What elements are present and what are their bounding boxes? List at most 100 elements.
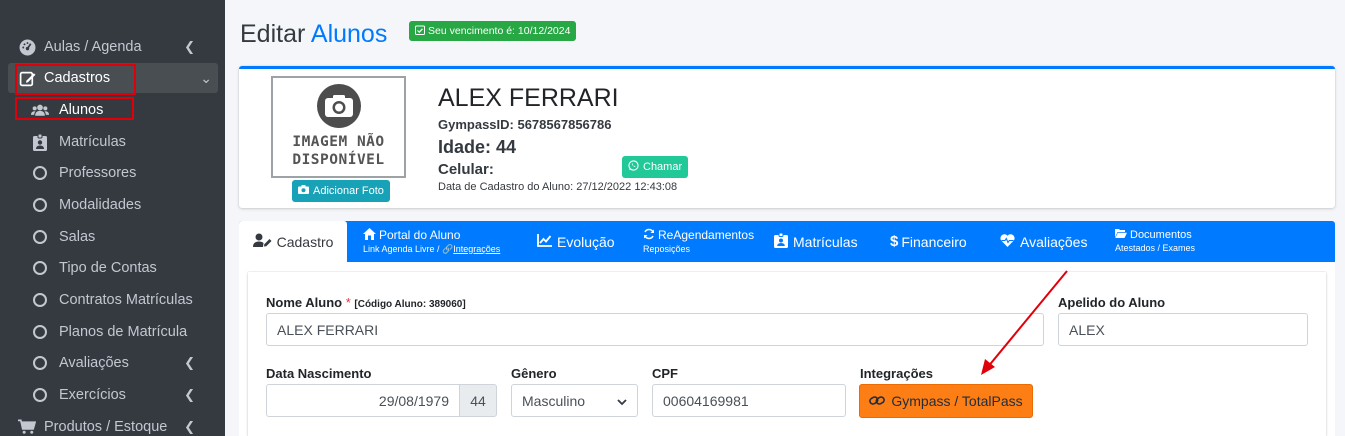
nome-aluno-input[interactable]: ALEX FERRARI xyxy=(266,313,1044,346)
tab-subtitle: Atestados / Exames xyxy=(1115,243,1196,253)
dollar-icon: $ xyxy=(890,233,899,250)
sidebar-item-produtos-estoque[interactable]: Produtos / Estoque ❮ xyxy=(0,412,225,436)
tab-subtitle: Link Agenda Livre / 🔗Integrações xyxy=(363,243,500,256)
chart-line-icon xyxy=(537,233,552,250)
tab-matriculas[interactable]: Matrículas xyxy=(774,221,858,262)
tab-two-line: ReAgendamentos Reposições xyxy=(643,228,754,256)
genero-select[interactable]: Masculino xyxy=(511,384,638,417)
page-title-prefix: Editar xyxy=(240,20,306,48)
sidebar-item-avaliacoes[interactable]: Avaliações ❮ xyxy=(0,348,225,378)
circle-icon xyxy=(31,291,49,309)
tab-reagendamentos[interactable]: ReAgendamentos Reposições xyxy=(643,221,754,262)
tab-two-line: Documentos Atestados / Exames xyxy=(1115,228,1195,255)
chevron-down-icon: ⌄ xyxy=(200,69,212,86)
sidebar-item-tipo-de-contas[interactable]: Tipo de Contas xyxy=(0,253,225,283)
chevron-left-icon: ❮ xyxy=(184,355,195,370)
cpf-input[interactable]: 00604169981 xyxy=(652,384,846,417)
integracoes-label: Integrações xyxy=(860,366,933,381)
link-icon: 🔗 xyxy=(442,243,454,254)
id-badge-icon xyxy=(774,232,788,251)
id-badge-icon xyxy=(31,133,49,151)
whatsapp-call-button[interactable]: Chamar xyxy=(622,156,689,178)
chevron-down-icon xyxy=(617,393,627,409)
data-nascimento-input[interactable]: 29/08/1979 xyxy=(266,384,460,417)
sidebar-item-exercicios[interactable]: Exercícios ❮ xyxy=(0,380,225,410)
student-name: ALEX FERRARI xyxy=(438,84,619,112)
integracoes-link[interactable]: Integrações xyxy=(453,244,500,254)
tab-two-line: Portal do Aluno Link Agenda Livre / 🔗Int… xyxy=(363,227,500,256)
call-button-label: Chamar xyxy=(643,161,683,173)
heartbeat-icon xyxy=(1000,233,1015,250)
tab-title-row: Documentos xyxy=(1115,228,1195,242)
sidebar-item-label: Salas xyxy=(59,229,96,245)
genero-label: Gênero xyxy=(511,366,557,381)
circle-icon xyxy=(31,323,49,341)
sidebar-item-label: Matrículas xyxy=(59,134,126,150)
tab-cadastro[interactable]: Cadastro xyxy=(239,221,347,262)
circle-icon xyxy=(31,354,49,372)
no-image-line1: IMAGEM NÃO xyxy=(292,134,385,150)
student-photo-placeholder: IMAGEM NÃO DISPONÍVEL xyxy=(271,76,406,178)
tab-evolucao[interactable]: Evolução xyxy=(537,221,615,262)
page-title: Editar Alunos xyxy=(240,20,387,49)
nome-aluno-label: Nome Aluno * [Código Aluno: 389060] xyxy=(266,295,466,310)
add-photo-button[interactable]: Adicionar Foto xyxy=(292,180,390,202)
calendar-check-icon xyxy=(415,25,425,38)
nome-aluno-label-text: Nome Aluno xyxy=(266,295,343,310)
circle-icon xyxy=(31,228,49,246)
gympass-totalpass-button[interactable]: Gympass / TotalPass xyxy=(859,384,1033,418)
gympass-id: GympassID: 5678567856786 xyxy=(438,117,612,132)
highlight-box-cadastros xyxy=(15,64,136,95)
tab-label: Cadastro xyxy=(276,233,334,250)
chevron-left-icon: ❮ xyxy=(184,419,195,434)
sync-icon xyxy=(643,228,655,243)
circle-icon xyxy=(31,386,49,404)
tab-financeiro[interactable]: $ Financeiro xyxy=(890,221,967,262)
sidebar-item-label: Produtos / Estoque xyxy=(44,419,168,435)
tab-avaliacoes[interactable]: Avaliações xyxy=(1000,221,1087,262)
chevron-left-icon: ❮ xyxy=(184,387,195,402)
chevron-left-icon: ❮ xyxy=(184,39,195,54)
tab-label: Evolução xyxy=(557,233,615,250)
sidebar-item-label: Tipo de Contas xyxy=(59,260,157,276)
sidebar-item-label: Planos de Matrícula xyxy=(59,324,188,340)
sidebar-item-aulas-agenda[interactable]: Aulas / Agenda ❮ xyxy=(0,32,225,62)
required-mark: * xyxy=(345,295,351,310)
sidebar-item-label: Modalidades xyxy=(59,197,142,213)
tab-label: Avaliações xyxy=(1020,233,1088,250)
sidebar-item-label: Aulas / Agenda xyxy=(44,39,142,55)
expiry-badge: Seu vencimento é: 10/12/2024 xyxy=(409,21,577,41)
link-icon xyxy=(869,393,886,409)
whatsapp-icon xyxy=(628,160,639,174)
tab-portal-do-aluno[interactable]: Portal do Aluno Link Agenda Livre / 🔗Int… xyxy=(363,221,500,262)
sidebar-item-modalidades[interactable]: Modalidades xyxy=(0,190,225,220)
tab-title-row: ReAgendamentos xyxy=(643,228,754,243)
sidebar-item-salas[interactable]: Salas xyxy=(0,222,225,252)
student-age: Idade: 44 xyxy=(438,137,517,157)
apelido-label: Apelido do Aluno xyxy=(1058,295,1166,310)
expiry-badge-text: Seu vencimento é: 10/12/2024 xyxy=(428,25,571,37)
cart-icon xyxy=(18,418,36,436)
sidebar-item-matriculas[interactable]: Matrículas xyxy=(0,127,225,157)
tab-label: ReAgendamentos xyxy=(658,227,755,242)
tab-label: Matrículas xyxy=(793,233,858,250)
gympass-button-label: Gympass / TotalPass xyxy=(891,393,1023,409)
profile-card: IMAGEM NÃO DISPONÍVEL Adicionar Foto ALE… xyxy=(239,66,1335,208)
phone-label: Celular: xyxy=(438,161,494,178)
tab-title-row: Portal do Aluno xyxy=(363,227,500,243)
no-image-line2: DISPONÍVEL xyxy=(292,152,385,168)
page-title-accent: Alunos xyxy=(310,20,388,48)
tab-label: Portal do Aluno xyxy=(379,227,461,242)
apelido-input[interactable]: ALEX xyxy=(1058,313,1308,346)
codigo-aluno: [Código Aluno: 389060] xyxy=(354,299,466,310)
tab-documentos[interactable]: Documentos Atestados / Exames xyxy=(1115,221,1195,262)
sidebar-item-planos-de-matricula[interactable]: Planos de Matrícula xyxy=(0,317,225,347)
sidebar-item-label: Professores xyxy=(59,165,137,181)
cpf-label: CPF xyxy=(652,366,678,381)
sidebar-item-contratos-matriculas[interactable]: Contratos Matrículas xyxy=(0,285,225,315)
sidebar-item-professores[interactable]: Professores xyxy=(0,158,225,188)
dashboard-icon xyxy=(18,38,36,56)
sidebar-item-label: Contratos Matrículas xyxy=(59,292,193,308)
circle-icon xyxy=(31,164,49,182)
tab-bar: Cadastro Portal do Aluno Link Agenda Liv… xyxy=(239,221,1335,262)
